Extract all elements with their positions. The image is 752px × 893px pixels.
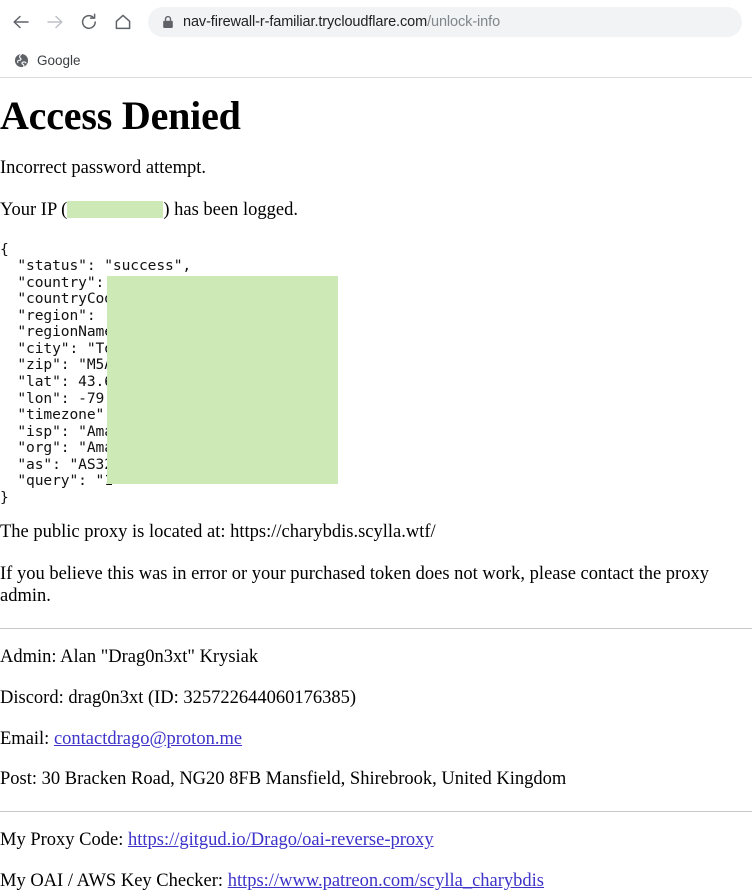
forward-button[interactable] (40, 7, 70, 37)
proxy-code-line: My Proxy Code: https://gitgud.io/Drago/o… (0, 830, 752, 852)
key-checker-link[interactable]: https://www.patreon.com/scylla_charybdis (228, 871, 544, 891)
json-redaction-box (107, 275, 338, 484)
lock-icon (162, 15, 174, 29)
proxy-location-message: The public proxy is located at: https://… (0, 522, 436, 543)
bookmark-google[interactable]: Google (6, 50, 89, 71)
home-icon (115, 14, 131, 30)
browser-chrome: nav-firewall-r-familiar.trycloudflare.co… (0, 0, 752, 78)
contact-block: Admin: Alan "Drag0n3xt" Krysiak Discord:… (0, 647, 752, 791)
page-title: Access Denied (0, 93, 241, 138)
email-link[interactable]: contactdrago@proton.me (54, 729, 242, 749)
ip-logged-message: Your IP ( ) has been logged. (0, 200, 752, 222)
incorrect-password-message: Incorrect password attempt. (0, 158, 206, 178)
key-checker-label: My OAI / AWS Key Checker: (0, 871, 228, 892)
ip-suffix-text: ) has been logged. (163, 199, 298, 220)
discord-handle: Discord: drag0n3xt (ID: 3257226440601763… (0, 687, 357, 708)
url-domain: nav-firewall-r-familiar.trycloudflare.co… (183, 14, 428, 30)
divider-bottom (0, 811, 752, 813)
ip-prefix-text: Your IP ( (0, 199, 68, 220)
admin-name: Admin: Alan "Drag0n3xt" Krysiak (0, 646, 259, 667)
geoip-json-block: { "status": "success", "country": "count… (0, 241, 752, 507)
page-content: Access Denied Incorrect password attempt… (0, 95, 752, 893)
key-checker-line: My OAI / AWS Key Checker: https://www.pa… (0, 871, 752, 893)
home-button[interactable] (108, 7, 138, 37)
url-text: nav-firewall-r-familiar.trycloudflare.co… (183, 14, 500, 30)
browser-toolbar: nav-firewall-r-familiar.trycloudflare.co… (0, 0, 752, 44)
address-bar[interactable]: nav-firewall-r-familiar.trycloudflare.co… (148, 7, 742, 37)
links-block: My Proxy Code: https://gitgud.io/Drago/o… (0, 830, 752, 893)
reload-icon (81, 13, 96, 30)
globe-icon (14, 53, 29, 68)
bookmark-label: Google (37, 52, 81, 68)
back-button[interactable] (6, 7, 36, 37)
forward-arrow-icon (47, 15, 63, 29)
email-label: Email: (0, 728, 54, 749)
bookmarks-bar: Google (0, 44, 752, 76)
reload-button[interactable] (74, 7, 104, 37)
ip-redaction-box (67, 201, 164, 219)
proxy-code-label: My Proxy Code: (0, 830, 128, 851)
error-notice-message: If you believe this was in error or your… (0, 564, 709, 607)
url-path: /unlock-info (427, 14, 501, 30)
divider-top (0, 627, 752, 629)
email-line: Email: contactdrago@proton.me (0, 729, 752, 751)
postal-address: Post: 30 Bracken Road, NG20 8FB Mansfiel… (0, 769, 567, 790)
back-arrow-icon (13, 15, 29, 29)
proxy-code-link[interactable]: https://gitgud.io/Drago/oai-reverse-prox… (128, 830, 434, 850)
